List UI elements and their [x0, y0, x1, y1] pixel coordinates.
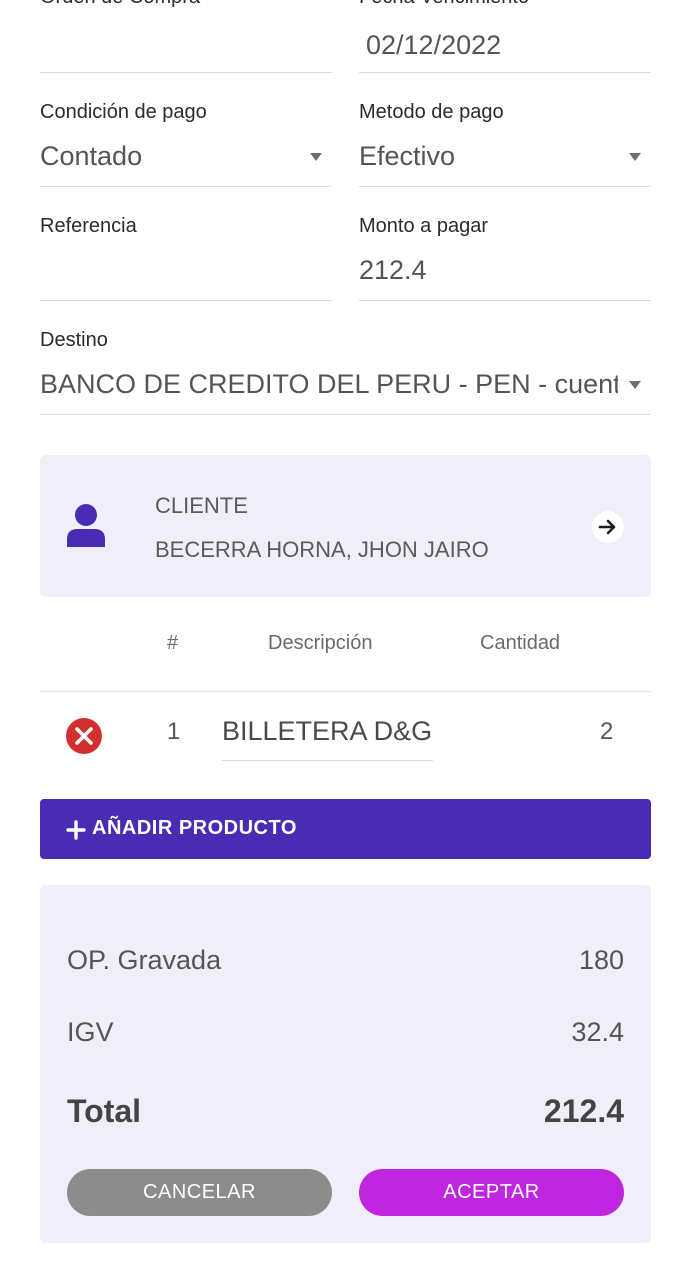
- client-go-button[interactable]: [592, 511, 624, 543]
- condicion-pago-value: Contado: [40, 141, 143, 171]
- person-icon: [67, 504, 105, 547]
- referencia-label: Referencia: [40, 215, 137, 237]
- column-header-quantity: Cantidad: [480, 632, 561, 654]
- total-value: 212.4: [543, 1093, 624, 1129]
- client-heading: CLIENTE: [155, 493, 248, 518]
- op-gravada-value: 180: [578, 945, 624, 975]
- chevron-down-icon: [629, 153, 641, 161]
- table-row: 1 BILLETERA D&G 2: [40, 692, 651, 782]
- row-quantity[interactable]: 2: [600, 718, 613, 746]
- cancel-button[interactable]: CANCELAR: [67, 1169, 332, 1216]
- row-index: 1: [167, 718, 181, 745]
- monto-pagar-field[interactable]: Monto a pagar 212.4: [359, 213, 651, 301]
- monto-pagar-value: 212.4: [359, 255, 427, 285]
- metodo-pago-label: Metodo de pago: [359, 101, 504, 123]
- totals-card: OP. Gravada 180 IGV 32.4 Total 212.4 CAN…: [40, 885, 651, 1243]
- referencia-field[interactable]: Referencia: [40, 213, 332, 301]
- remove-item-icon[interactable]: [65, 717, 103, 755]
- column-header-description: Descripción: [268, 632, 373, 654]
- row-description: BILLETERA D&G: [222, 716, 433, 746]
- igv-value: 32.4: [571, 1017, 624, 1047]
- fecha-vencimiento-field[interactable]: Fecha Vencimiento 02/12/2022: [359, 0, 651, 73]
- igv-label: IGV: [67, 1017, 114, 1047]
- destino-value: BANCO DE CREDITO DEL PERU - PEN - cuenta: [40, 369, 618, 399]
- client-card[interactable]: CLIENTE BECERRA HORNA, JHON JAIRO: [40, 455, 651, 597]
- metodo-pago-value: Efectivo: [359, 141, 456, 171]
- destino-label: Destino: [40, 329, 108, 351]
- arrow-right-icon: [598, 519, 616, 535]
- chevron-down-icon: [310, 153, 322, 161]
- column-header-index: #: [167, 632, 179, 654]
- metodo-pago-select[interactable]: Metodo de pago Efectivo: [359, 99, 651, 187]
- monto-pagar-label: Monto a pagar: [359, 215, 488, 237]
- orden-compra-label: Orden de Compra: [40, 0, 200, 9]
- fecha-vencimiento-label: Fecha Vencimiento: [359, 0, 529, 9]
- total-label: Total: [67, 1093, 142, 1129]
- op-gravada-label: OP. Gravada: [67, 945, 222, 975]
- fecha-vencimiento-value: 02/12/2022: [366, 30, 502, 60]
- condicion-pago-label: Condición de pago: [40, 101, 207, 123]
- condicion-pago-select[interactable]: Condición de pago Contado: [40, 99, 332, 187]
- orden-compra-field[interactable]: Orden de Compra: [40, 0, 332, 73]
- chevron-down-icon: [629, 381, 641, 389]
- destino-select[interactable]: Destino BANCO DE CREDITO DEL PERU - PEN …: [40, 327, 651, 415]
- plus-icon: [66, 820, 86, 840]
- accept-button[interactable]: ACEPTAR: [359, 1169, 624, 1216]
- add-product-button[interactable]: AÑADIR PRODUCTO: [40, 799, 651, 859]
- row-description-input[interactable]: BILLETERA D&G: [222, 706, 433, 761]
- add-product-label: AÑADIR PRODUCTO: [92, 817, 297, 839]
- client-name: BECERRA HORNA, JHON JAIRO: [155, 537, 489, 562]
